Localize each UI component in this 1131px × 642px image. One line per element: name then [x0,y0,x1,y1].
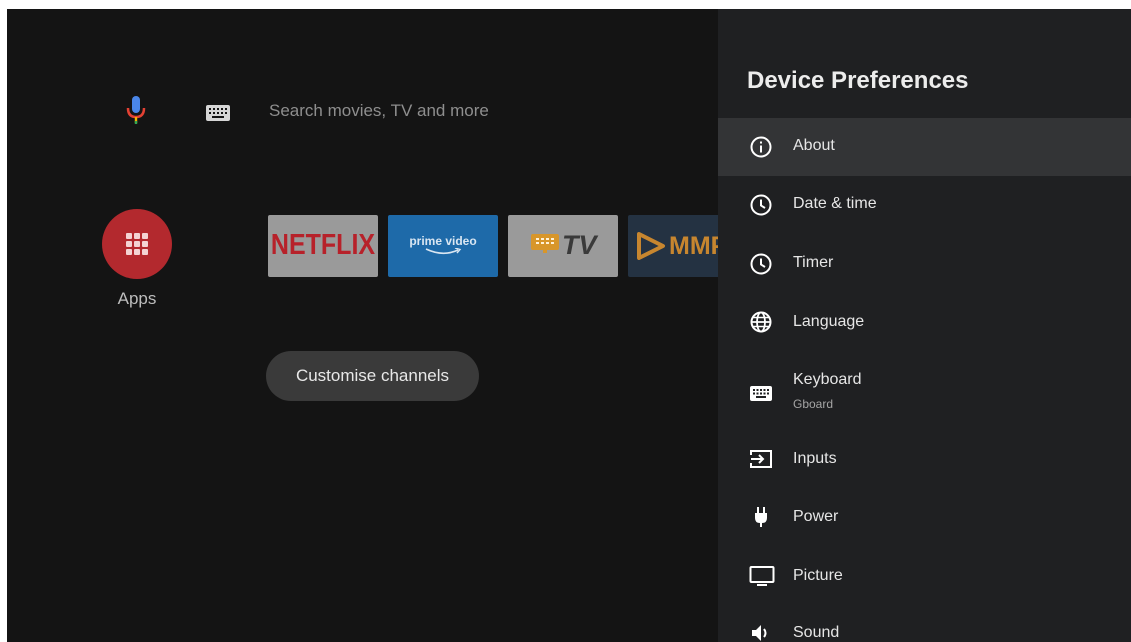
menu-item-about[interactable]: About [718,118,1131,176]
menu-item-label: Date & time [793,195,877,212]
netflix-logo: NETFLIX [270,228,376,262]
menu-item-picture[interactable]: Picture [718,546,1131,604]
tv-logo-text: TV [562,230,597,260]
tv-app-tile[interactable]: TV [508,215,618,277]
apps-label: Apps [117,289,157,308]
search-input[interactable]: Search movies, TV and more [269,101,489,121]
menu-item-date-time[interactable]: Date & time [718,176,1131,234]
prime-video-logo: prime video [409,234,477,248]
microphone-icon[interactable] [125,96,147,126]
plug-icon [749,505,773,529]
clock-icon [749,252,773,276]
input-icon [749,447,773,471]
prime-video-tile[interactable]: prime video [388,215,498,277]
menu-item-label: Keyboard [793,371,862,388]
apps-button[interactable] [102,209,172,279]
menu-item-label: Picture [793,567,843,584]
smile-arrow-icon [425,248,462,255]
speaker-icon [749,621,773,642]
menu-item-timer[interactable]: Timer [718,234,1131,292]
device-preferences-panel: Device Preferences About Date & time Tim… [718,9,1131,642]
netflix-tile[interactable]: NETFLIX [268,215,378,277]
menu-item-label: Sound [793,624,840,641]
keyboard-icon[interactable] [206,105,230,121]
info-icon [749,135,773,159]
tv-logo-icon [531,234,559,253]
menu-item-label: Timer [793,254,834,271]
monitor-icon [749,564,775,588]
menu-item-label: Inputs [793,450,837,467]
menu-item-language[interactable]: Language [718,293,1131,351]
clock-icon [749,193,773,217]
globe-icon [749,310,773,334]
panel-title: Device Preferences [747,67,969,94]
menu-item-inputs[interactable]: Inputs [718,430,1131,488]
apps-grid-icon [126,233,148,255]
menu-item-power[interactable]: Power [718,488,1131,546]
menu-item-label: About [793,137,835,154]
menu-item-label: Language [793,313,865,330]
menu-item-sound[interactable]: Sound [718,605,1131,642]
tv-home-screen: Search movies, TV and more Apps NETFLIX … [7,9,1131,642]
play-icon [637,232,665,260]
menu-item-keyboard[interactable]: Keyboard Gboard [718,361,1131,421]
customise-channels-button[interactable]: Customise channels [266,351,479,401]
menu-item-subtitle: Gboard [793,397,834,411]
keyboard-icon [749,381,773,405]
menu-item-label: Power [793,508,839,525]
